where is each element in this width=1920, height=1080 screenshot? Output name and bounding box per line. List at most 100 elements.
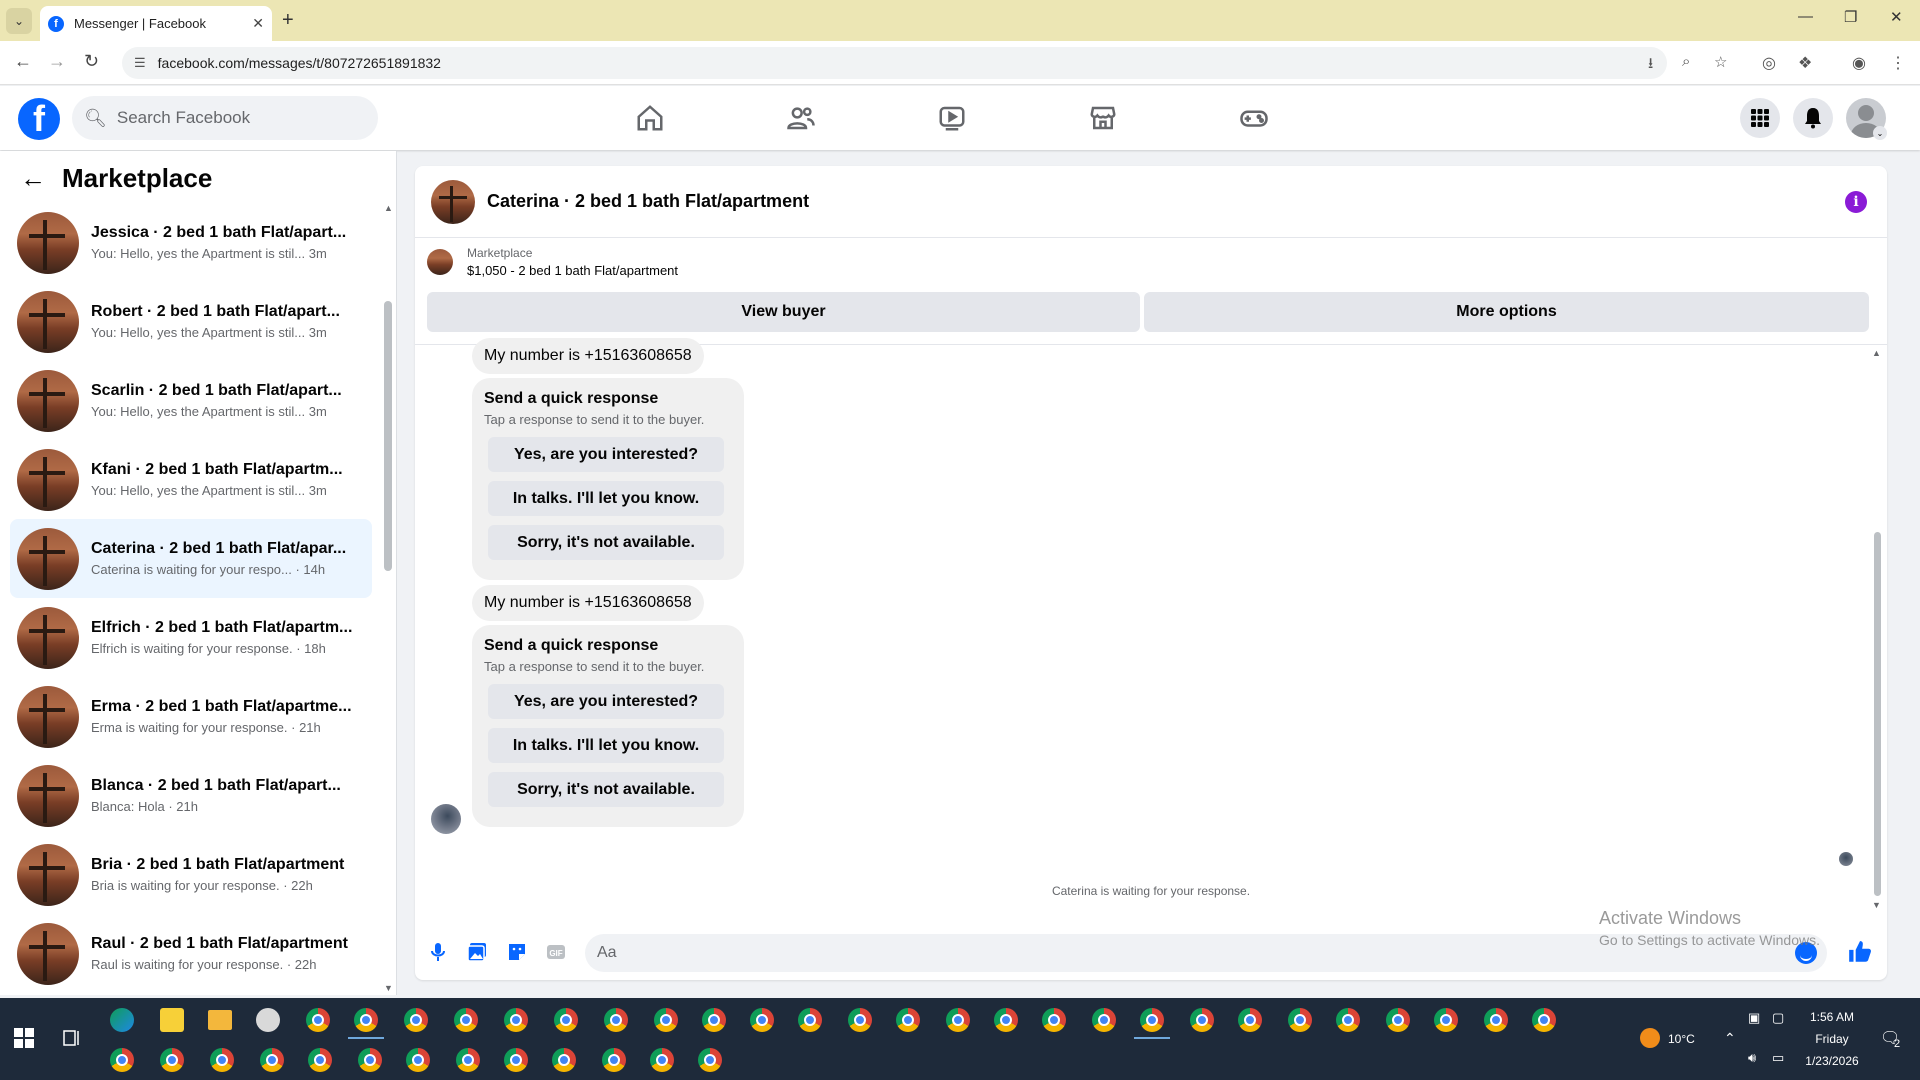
file-explorer-icon[interactable] [208,1010,232,1030]
chrome-taskbar-icon[interactable] [1092,1008,1116,1032]
display-icon[interactable]: ▭ [1772,1050,1784,1066]
chrome-taskbar-icon[interactable] [1434,1008,1458,1032]
home-icon[interactable] [630,100,670,136]
photo-attach-icon[interactable] [466,941,488,963]
sticker-icon[interactable] [506,941,528,963]
chat-scrollbar[interactable] [1874,532,1881,896]
back-button[interactable]: ← [14,51,32,72]
conversation-info-icon[interactable]: i [1845,191,1867,213]
gif-icon[interactable]: GIF [545,941,567,963]
chrome-taskbar-icon[interactable] [798,1008,822,1032]
chrome-taskbar-icon[interactable] [650,1048,674,1072]
chrome-taskbar-icon[interactable] [110,1048,134,1072]
profile-icon[interactable]: ◉ [1852,53,1866,73]
paint-app-icon[interactable] [256,1008,280,1032]
chrome-taskbar-icon[interactable] [750,1008,774,1032]
account-chevron-down-icon[interactable]: ⌄ [1873,126,1887,140]
chrome-taskbar-icon[interactable] [354,1008,378,1032]
sidebar-scrollbar[interactable] [384,301,392,571]
marketplace-icon[interactable] [1083,100,1123,136]
chrome-taskbar-icon[interactable] [406,1048,430,1072]
chrome-taskbar-icon[interactable] [896,1008,920,1032]
minimize-button[interactable]: — [1798,8,1813,25]
chrome-taskbar-icon[interactable] [1288,1008,1312,1032]
network-status-icon[interactable]: ▣ [1748,1010,1760,1026]
chat-scroll-up-arrow-icon[interactable]: ▲ [1872,348,1881,358]
chrome-taskbar-icon[interactable] [698,1048,722,1072]
chrome-taskbar-icon[interactable] [1190,1008,1214,1032]
chrome-taskbar-icon[interactable] [654,1008,678,1032]
more-options-button[interactable]: More options [1144,292,1869,332]
chrome-taskbar-icon[interactable] [1336,1008,1360,1032]
quick-response-in-talks-button[interactable]: In talks. I'll let you know. [488,728,724,763]
sticky-notes-icon[interactable] [160,1008,184,1032]
chrome-taskbar-icon[interactable] [946,1008,970,1032]
install-app-icon[interactable]: ⭳ [1648,53,1653,78]
chrome-taskbar-icon[interactable] [358,1048,382,1072]
gaming-icon[interactable] [1234,100,1274,136]
reload-button[interactable]: ↻ [84,51,99,72]
chrome-taskbar-icon[interactable] [1484,1008,1508,1032]
forward-button[interactable]: → [48,51,66,72]
chrome-taskbar-icon[interactable] [160,1048,184,1072]
chrome-taskbar-icon[interactable] [552,1048,576,1072]
facebook-search[interactable]: 🔍︎ [72,96,378,140]
chrome-taskbar-icon[interactable] [848,1008,872,1032]
view-buyer-button[interactable]: View buyer [427,292,1140,332]
translate-icon[interactable]: ◎ [1762,53,1776,73]
chrome-taskbar-icon[interactable] [994,1008,1018,1032]
quick-response-not-available-button[interactable]: Sorry, it's not available. [488,525,724,560]
browser-menu-icon[interactable]: ⋮ [1890,53,1906,73]
conversation-item[interactable]: Robert · 2 bed 1 bath Flat/apart... You: … [10,282,372,361]
task-view-icon[interactable] [62,1028,82,1048]
chat-title[interactable]: Caterina · 2 bed 1 bath Flat/apartment [487,191,809,212]
tab-search-button[interactable]: ⌄ [6,8,32,34]
quick-response-in-talks-button[interactable]: In talks. I'll let you know. [488,481,724,516]
show-hidden-icons-chevron-icon[interactable]: ⌃ [1724,1030,1736,1047]
conversation-item[interactable]: Jessica · 2 bed 1 bath Flat/apart... You:… [10,203,372,282]
listing-summary[interactable]: Marketplace $1,050 - 2 bed 1 bath Flat/a… [427,246,678,278]
clock-day[interactable]: Friday [1800,1032,1864,1046]
conversation-item[interactable]: Bria · 2 bed 1 bath Flat/apartment Bria i… [10,835,372,914]
conversation-item[interactable]: Erma · 2 bed 1 bath Flat/apartme... Erma … [10,677,372,756]
address-bar[interactable]: ☰ facebook.com/messages/t/80727265189183… [122,47,1727,79]
conversation-item[interactable]: Elfrich · 2 bed 1 bath Flat/apartm... Elf… [10,598,372,677]
quick-response-yes-button[interactable]: Yes, are you interested? [488,437,724,472]
chat-avatar[interactable] [431,179,475,224]
clock-date[interactable]: 1/23/2026 [1800,1054,1864,1068]
notifications-bell-icon[interactable] [1793,98,1833,138]
chrome-taskbar-icon[interactable] [454,1008,478,1032]
scroll-down-arrow-icon[interactable]: ▼ [384,983,393,993]
chrome-taskbar-icon[interactable] [404,1008,428,1032]
scroll-up-arrow-icon[interactable]: ▲ [384,203,393,213]
chrome-taskbar-icon[interactable] [1238,1008,1262,1032]
conversation-item[interactable]: Kfani · 2 bed 1 bath Flat/apartm... You: … [10,440,372,519]
edge-browser-icon[interactable] [110,1008,134,1032]
site-info-icon[interactable]: ☰ [134,55,146,71]
chrome-taskbar-icon[interactable] [210,1048,234,1072]
sender-avatar[interactable] [431,804,461,834]
weather-temperature[interactable]: 10°C [1668,1032,1695,1046]
chrome-taskbar-icon[interactable] [604,1008,628,1032]
close-tab-icon[interactable]: ✕ [252,15,264,32]
chrome-taskbar-icon[interactable] [1532,1008,1556,1032]
chrome-taskbar-icon[interactable] [1140,1008,1164,1032]
back-arrow-icon[interactable]: ← [20,163,46,194]
chrome-taskbar-icon[interactable] [456,1048,480,1072]
volume-icon[interactable]: 🔊︎ [1748,1050,1756,1066]
quick-response-not-available-button[interactable]: Sorry, it's not available. [488,772,724,807]
windows-start-icon[interactable] [14,1028,34,1048]
close-window-button[interactable]: ✕ [1890,8,1903,26]
conversation-item[interactable]: Scarlin · 2 bed 1 bath Flat/apart... You:… [10,361,372,440]
chrome-taskbar-icon[interactable] [1386,1008,1410,1032]
restore-button[interactable]: ❐ [1844,8,1857,26]
conversation-item[interactable]: Raul · 2 bed 1 bath Flat/apartment Raul i… [10,914,372,993]
new-tab-button[interactable]: + [282,9,294,32]
browser-tab[interactable]: f Messenger | Facebook ✕ [40,6,272,41]
chrome-taskbar-icon[interactable] [1042,1008,1066,1032]
chrome-taskbar-icon[interactable] [260,1048,284,1072]
chrome-taskbar-icon[interactable] [702,1008,726,1032]
weather-icon[interactable] [1640,1028,1660,1048]
chrome-taskbar-icon[interactable] [306,1008,330,1032]
chrome-taskbar-icon[interactable] [504,1008,528,1032]
